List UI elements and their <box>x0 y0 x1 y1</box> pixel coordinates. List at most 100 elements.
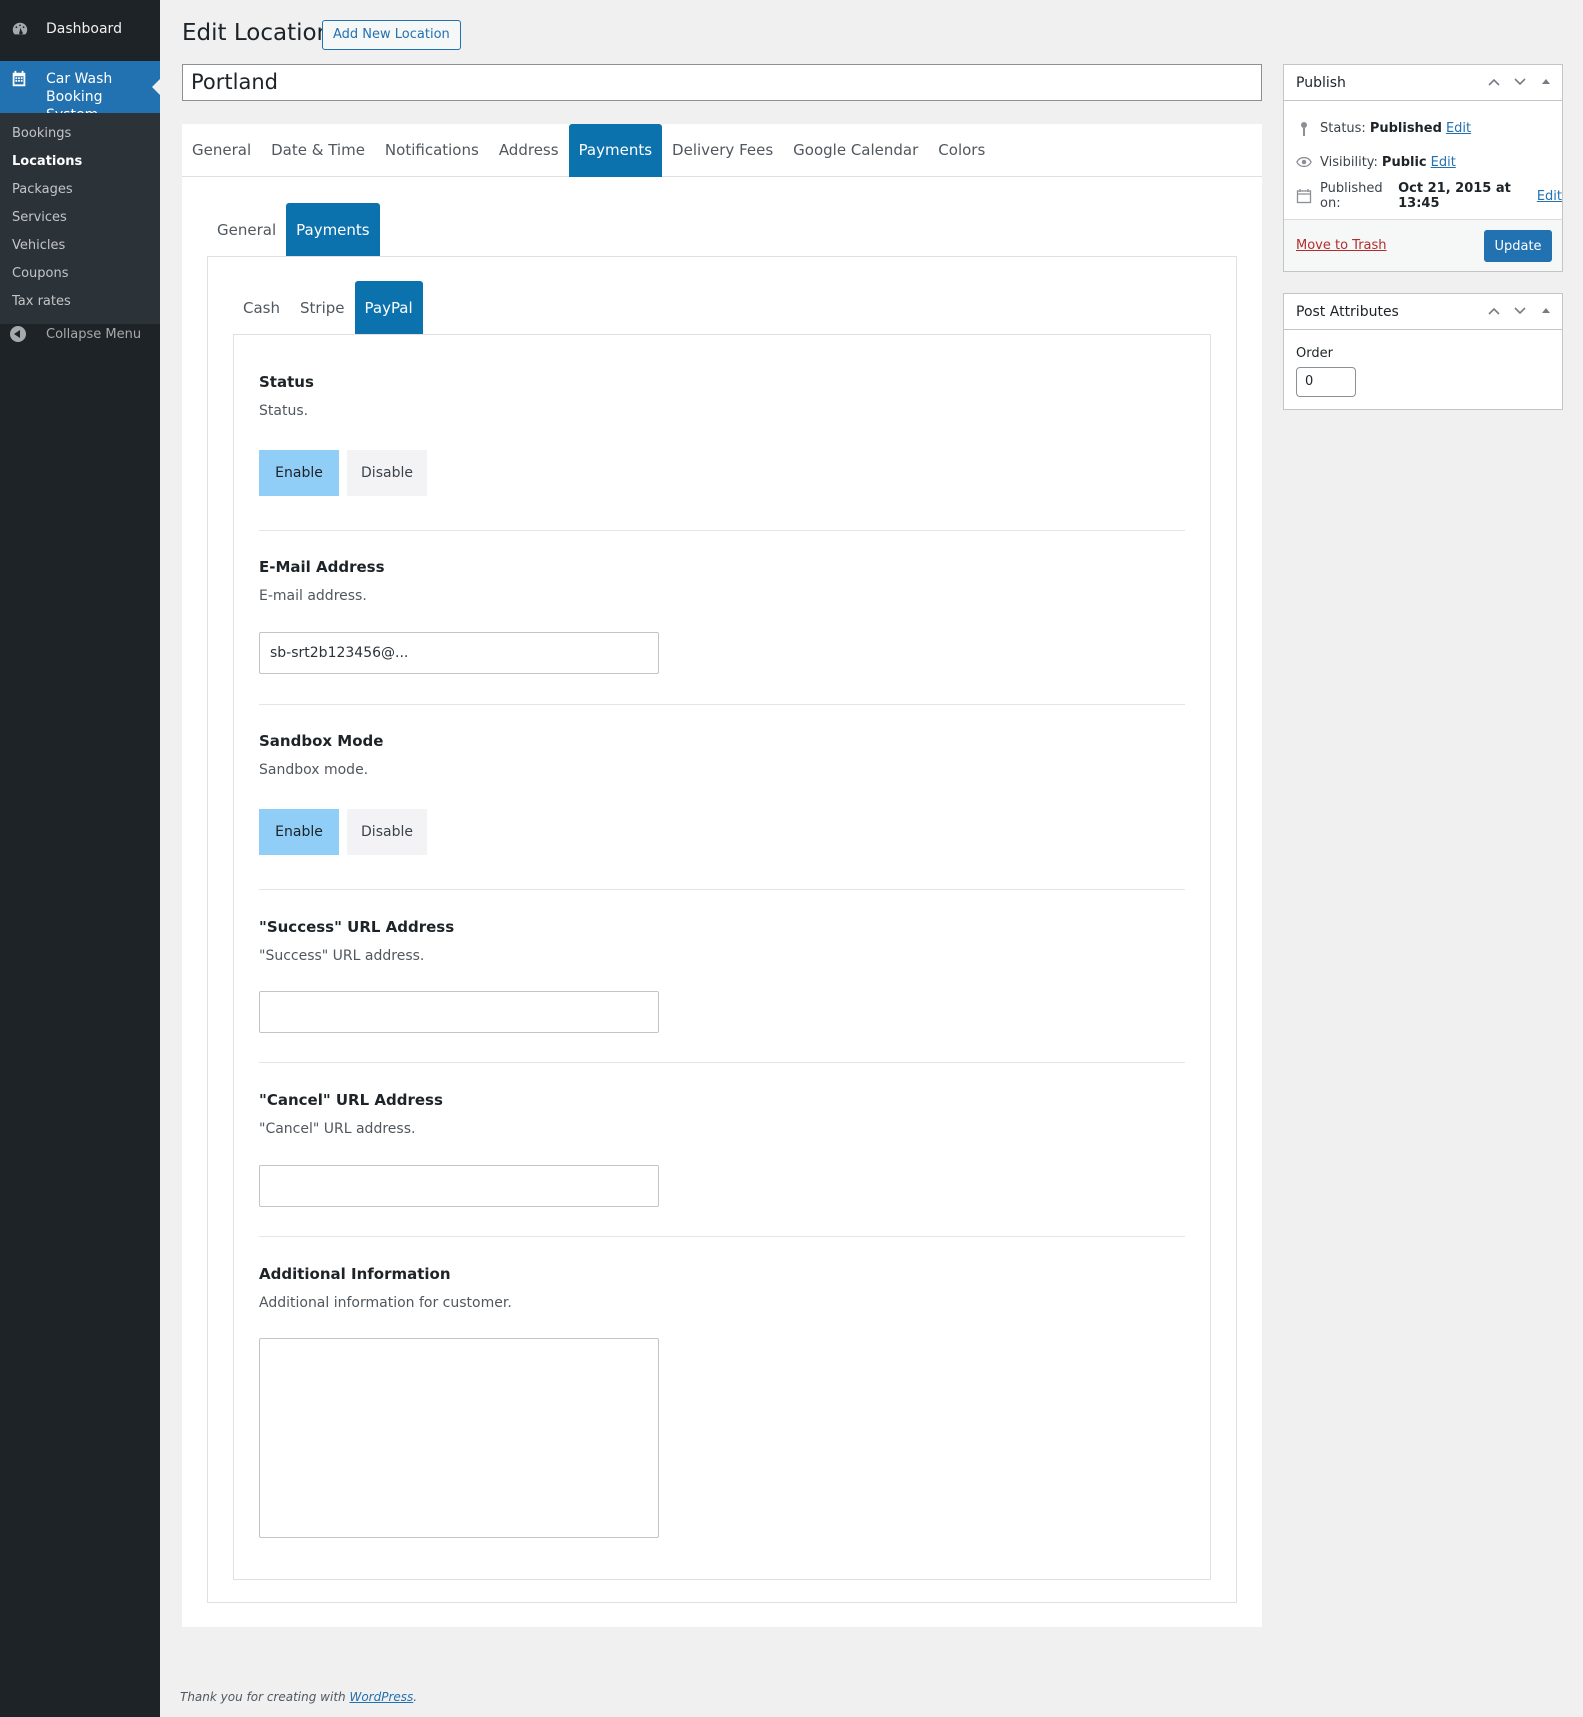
calendar-icon <box>1296 188 1312 204</box>
payments-box: Cash Stripe PayPal Status Status. Enable… <box>207 256 1237 1603</box>
subtab-general[interactable]: General <box>207 203 286 257</box>
status-disable-button[interactable]: Disable <box>347 450 427 496</box>
status-field: Status Status. <box>259 373 1185 419</box>
page-title: Edit Location <box>182 20 332 46</box>
update-button[interactable]: Update <box>1484 230 1552 262</box>
publish-misc: Status: Published Edit Visibility: Publi… <box>1284 101 1562 213</box>
payment-subtabs: General Payments <box>207 203 380 257</box>
additional-info-textarea[interactable] <box>259 1338 659 1538</box>
published-edit-link[interactable]: Edit <box>1537 189 1562 204</box>
post-attributes-title: Post Attributes <box>1296 303 1399 320</box>
toggle-panel-icon[interactable] <box>1538 74 1554 90</box>
publish-title: Publish <box>1296 74 1346 91</box>
add-new-location-button[interactable]: Add New Location <box>322 20 461 50</box>
tab-colors[interactable]: Colors <box>928 124 995 177</box>
email-desc: E-mail address. <box>259 588 367 604</box>
attributes-box-controls <box>1486 303 1554 319</box>
cancel-url-field: "Cancel" URL Address "Cancel" URL addres… <box>259 1091 1185 1137</box>
sandbox-field: Sandbox Mode Sandbox mode. <box>259 732 1185 778</box>
additional-info-desc: Additional information for customer. <box>259 1295 512 1311</box>
collapse-menu-button[interactable]: Collapse Menu <box>10 326 141 342</box>
submenu-services[interactable]: Services <box>0 204 160 232</box>
visibility-row-label: Visibility: <box>1320 154 1378 170</box>
cancel-url-desc: "Cancel" URL address. <box>259 1121 416 1137</box>
menu-car-wash-booking[interactable]: Car Wash Booking System <box>0 61 160 123</box>
location-settings-panel: General Date & Time Notifications Addres… <box>182 124 1262 1627</box>
submenu-vehicles[interactable]: Vehicles <box>0 232 160 260</box>
post-title-input[interactable]: Portland <box>182 64 1262 101</box>
tab-delivery-fees[interactable]: Delivery Fees <box>662 124 783 177</box>
chevron-down-icon[interactable] <box>1512 303 1528 319</box>
submenu-locations[interactable]: Locations <box>0 148 160 176</box>
submenu-coupons[interactable]: Coupons <box>0 260 160 288</box>
sandbox-desc: Sandbox mode. <box>259 762 369 778</box>
success-url-desc: "Success" URL address. <box>259 948 425 964</box>
publish-box: Publish Status: Published Edit Visibilit… <box>1283 64 1563 272</box>
tab-address[interactable]: Address <box>489 124 569 177</box>
chevron-up-icon[interactable] <box>1486 303 1502 319</box>
gateway-tab-cash[interactable]: Cash <box>233 281 290 335</box>
footer-text: Thank you for creating with <box>180 1690 346 1704</box>
status-row: Status: Published Edit <box>1284 111 1562 145</box>
divider <box>259 704 1185 705</box>
visibility-row-value: Public <box>1381 154 1427 170</box>
email-input[interactable]: sb-srt2b123456@... <box>259 632 659 674</box>
status-enable-button[interactable]: Enable <box>259 450 339 496</box>
divider <box>259 530 1185 531</box>
status-edit-link[interactable]: Edit <box>1446 121 1471 136</box>
eye-icon <box>1296 154 1312 170</box>
menu-dashboard-label: Dashboard <box>46 21 122 37</box>
post-attributes-header: Post Attributes <box>1284 294 1562 330</box>
success-url-field: "Success" URL Address "Success" URL addr… <box>259 918 1185 964</box>
status-row-value: Published <box>1369 120 1442 136</box>
tab-payments[interactable]: Payments <box>568 124 663 177</box>
submenu-tax-rates[interactable]: Tax rates <box>0 288 160 316</box>
sandbox-enable-button[interactable]: Enable <box>259 809 339 855</box>
success-url-input[interactable] <box>259 991 659 1033</box>
success-url-label: "Success" URL Address <box>259 918 455 936</box>
publish-header: Publish <box>1284 65 1562 101</box>
move-to-trash-link[interactable]: Move to Trash <box>1296 238 1387 253</box>
tab-general[interactable]: General <box>182 124 261 177</box>
cancel-url-input[interactable] <box>259 1165 659 1207</box>
order-input[interactable]: 0 <box>1296 367 1356 397</box>
divider <box>259 1062 1185 1063</box>
order-label: Order <box>1296 346 1333 361</box>
sandbox-disable-button[interactable]: Disable <box>347 809 427 855</box>
status-label: Status <box>259 373 314 391</box>
toggle-panel-icon[interactable] <box>1538 303 1554 319</box>
published-on-label: Published on: <box>1320 181 1383 211</box>
status-row-label: Status: <box>1320 120 1366 136</box>
subtab-payments[interactable]: Payments <box>286 203 380 257</box>
status-toggle: Enable Disable <box>259 450 427 496</box>
status-desc: Status. <box>259 403 309 419</box>
pin-icon <box>1296 120 1312 136</box>
visibility-row: Visibility: Public Edit <box>1284 145 1562 179</box>
sandbox-label: Sandbox Mode <box>259 732 384 750</box>
published-on-value: Oct 21, 2015 at 13:45 <box>1398 181 1511 211</box>
footer-period: . <box>413 1690 418 1704</box>
gateway-tab-stripe[interactable]: Stripe <box>290 281 355 335</box>
submenu-bookings[interactable]: Bookings <box>0 120 160 148</box>
submenu-packages[interactable]: Packages <box>0 176 160 204</box>
chevron-up-icon[interactable] <box>1486 74 1502 90</box>
sandbox-toggle: Enable Disable <box>259 809 427 855</box>
collapse-menu-label: Collapse Menu <box>46 326 142 342</box>
menu-dashboard[interactable]: Dashboard <box>0 0 160 58</box>
divider <box>259 889 1185 890</box>
tab-notifications[interactable]: Notifications <box>375 124 489 177</box>
gateway-tab-paypal[interactable]: PayPal <box>354 281 423 335</box>
additional-info-label: Additional Information <box>259 1265 451 1283</box>
calendar-icon <box>10 70 30 90</box>
gateway-tabs: Cash Stripe PayPal <box>233 281 423 335</box>
collapse-arrow-icon <box>10 326 26 342</box>
paypal-settings: Status Status. Enable Disable E-Mail Add… <box>233 334 1211 1580</box>
additional-info-field: Additional Information Additional inform… <box>259 1265 1185 1311</box>
visibility-edit-link[interactable]: Edit <box>1431 155 1456 170</box>
wordpress-link[interactable]: WordPress <box>349 1690 413 1704</box>
tab-date-time[interactable]: Date & Time <box>261 124 375 177</box>
tab-google-calendar[interactable]: Google Calendar <box>783 124 928 177</box>
publish-box-controls <box>1486 74 1554 90</box>
publish-actions: Move to Trash Update <box>1284 219 1562 271</box>
chevron-down-icon[interactable] <box>1512 74 1528 90</box>
